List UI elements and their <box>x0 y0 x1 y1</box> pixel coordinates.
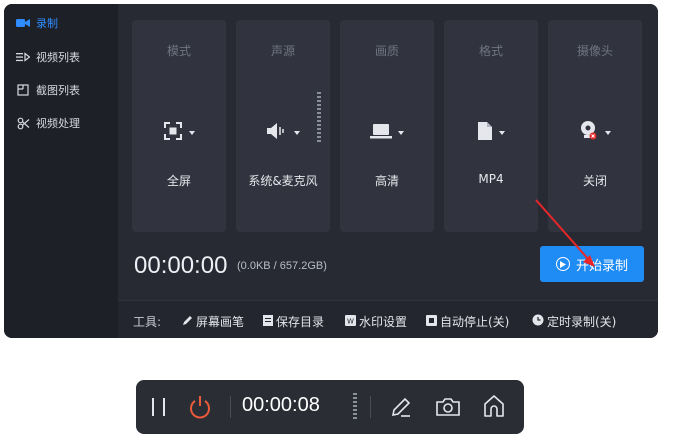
home-button[interactable] <box>480 392 508 420</box>
quality-value: 高清 <box>374 174 399 188</box>
webcam-card[interactable]: 摄像头 关闭 <box>548 20 642 232</box>
tool-label: 自动停止(关) <box>440 315 510 329</box>
camera-icon <box>16 16 30 30</box>
mode-value: 全屏 <box>166 174 191 188</box>
sidebar-item-label: 视频列表 <box>36 51 80 64</box>
format-selector[interactable] <box>444 120 538 146</box>
chevron-down-icon <box>189 131 195 135</box>
mode-title: 模式 <box>166 44 191 58</box>
monitor-icon <box>370 123 392 143</box>
format-title: 格式 <box>478 44 503 58</box>
format-value: MP4 <box>478 172 504 186</box>
webcam-icon <box>579 120 599 146</box>
tool-label: 定时录制(关) <box>547 315 617 329</box>
fullscreen-icon <box>163 121 183 145</box>
pen-icon <box>391 397 411 417</box>
video-list-icon <box>16 50 30 64</box>
power-icon <box>190 396 210 419</box>
tool-label: 水印设置 <box>359 315 408 329</box>
audio-source-card[interactable]: 声源 系统&麦克风 <box>236 20 330 232</box>
save-directory-tool[interactable]: 保存目录 <box>263 313 324 330</box>
pause-icon <box>152 398 165 416</box>
svg-text:W: W <box>347 317 354 325</box>
chevron-down-icon <box>398 131 404 135</box>
pen-icon <box>182 315 193 329</box>
auto-stop-tool[interactable]: 自动停止(关) <box>426 313 509 330</box>
mode-card[interactable]: 模式 全屏 <box>132 20 226 232</box>
pause-button[interactable] <box>148 395 170 419</box>
quality-title: 画质 <box>374 44 399 58</box>
start-recording-label: 开始录制 <box>575 258 628 274</box>
play-icon <box>555 257 570 271</box>
storage-info: (0.0KB / 657.2GB) <box>237 260 327 272</box>
chevron-down-icon <box>294 131 300 135</box>
mini-timer: 00:00:08 <box>242 394 320 416</box>
webcam-title: 摄像头 <box>576 44 613 58</box>
chevron-down-icon <box>605 131 611 135</box>
tool-label: 屏幕画笔 <box>196 315 245 329</box>
clock-icon <box>532 314 544 329</box>
mode-selector[interactable] <box>132 120 226 146</box>
file-icon <box>477 121 493 145</box>
sidebar: 录制 视频列表 截图列表 视频处理 <box>4 4 118 338</box>
recording-timer: 00:00:00 <box>134 252 228 279</box>
volume-meter <box>353 393 357 419</box>
webcam-value: 关闭 <box>582 174 607 188</box>
tools-label: 工具: <box>133 315 162 329</box>
mini-recording-bar: 00:00:08 <box>136 380 524 434</box>
video-process-icon <box>16 116 30 130</box>
tool-label: 保存目录 <box>276 315 325 329</box>
sidebar-item-record[interactable]: 录制 <box>4 8 118 38</box>
scheduled-record-tool[interactable]: 定时录制(关) <box>532 313 616 330</box>
screen-pen-tool[interactable]: 屏幕画笔 <box>182 313 244 330</box>
start-recording-button[interactable]: 开始录制 <box>540 246 644 282</box>
divider <box>370 396 371 418</box>
sidebar-item-video-process[interactable]: 视频处理 <box>4 108 118 138</box>
watermark-settings-tool[interactable]: W 水印设置 <box>345 313 407 330</box>
audio-source-title: 声源 <box>270 44 295 58</box>
quality-card[interactable]: 画质 高清 <box>340 20 434 232</box>
auto-stop-icon <box>426 314 437 329</box>
divider <box>230 396 231 418</box>
sidebar-item-video-list[interactable]: 视频列表 <box>4 42 118 72</box>
audio-source-selector[interactable] <box>236 120 330 146</box>
format-card[interactable]: 格式 MP4 <box>444 20 538 232</box>
audio-source-value: 系统&麦克风 <box>248 174 318 188</box>
tools-bar: 工具: 屏幕画笔 保存目录 W 水印设置 自动停止(关) 定时录制(关) <box>118 300 658 338</box>
camera-icon <box>436 398 460 416</box>
sidebar-item-label: 截图列表 <box>36 84 80 97</box>
recorder-window: 录制 视频列表 截图列表 视频处理 模式 全屏 声源 系统&麦克风 画质 高清 … <box>4 4 658 338</box>
sidebar-item-label: 录制 <box>36 17 58 30</box>
sidebar-item-label: 视频处理 <box>36 117 80 130</box>
webcam-selector[interactable] <box>548 120 642 146</box>
home-icon <box>484 395 504 417</box>
stop-button[interactable] <box>188 394 212 420</box>
draw-button[interactable] <box>388 394 414 420</box>
watermark-icon: W <box>345 314 356 329</box>
folder-icon <box>263 314 273 329</box>
speaker-icon <box>266 122 288 144</box>
sidebar-item-screenshot-list[interactable]: 截图列表 <box>4 75 118 105</box>
volume-meter <box>317 92 321 142</box>
screenshot-button[interactable] <box>434 394 462 420</box>
quality-selector[interactable] <box>340 120 434 146</box>
screenshot-list-icon <box>16 83 30 97</box>
record-panel: 模式 全屏 声源 系统&麦克风 画质 高清 格式 MP4 摄像头 关闭 <box>118 4 658 338</box>
chevron-down-icon <box>499 131 505 135</box>
